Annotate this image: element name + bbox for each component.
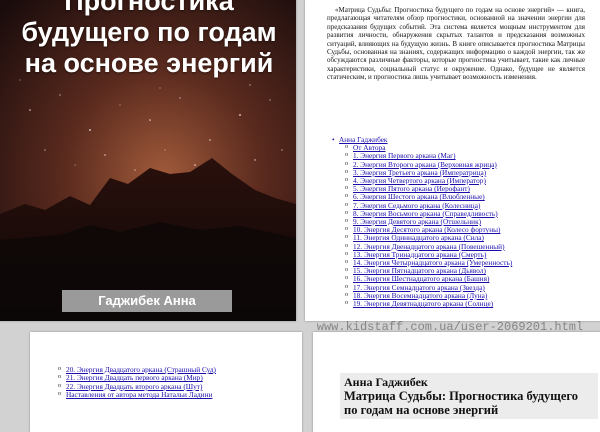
- heading-title: Матрица Судьбы: Прогностика будущего по …: [344, 389, 579, 417]
- contents-page: «Матрица Судьбы: Прогностика будущего по…: [305, 0, 600, 321]
- book-cover: Прогностика будущего по годам на основе …: [0, 0, 296, 321]
- table-of-contents: Анна Гаджибек От Автора1. Энергия Первог…: [332, 135, 594, 308]
- cover-title-line-2: будущего по годам: [21, 17, 277, 47]
- title-heading: Анна Гаджибек Матрица Судьбы: Прогностик…: [340, 373, 598, 419]
- title-page: Анна Гаджибек Матрица Судьбы: Прогностик…: [313, 332, 600, 432]
- cover-title-line-1: Прогностика: [64, 0, 234, 16]
- toc-item: 19. Энергия Девятнадцатого аркана (Солнц…: [339, 299, 594, 308]
- toc-item-link[interactable]: 19. Энергия Девятнадцатого аркана (Солнц…: [353, 299, 493, 308]
- watermark-url: www.kidstaff.com.ua/user-2069201.html: [316, 320, 584, 334]
- table-of-contents-continued: 20. Энергия Двадцатого аркана (Страшный …: [58, 365, 296, 400]
- toc-item-link[interactable]: Наставления от автора метода Натальи Лад…: [66, 390, 212, 399]
- contents-page-continued: 20. Энергия Двадцатого аркана (Страшный …: [30, 332, 302, 432]
- cover-title-line-3: на основе энергий: [24, 48, 274, 78]
- cover-author: Гаджибек Анна: [62, 290, 232, 312]
- toc-item: Наставления от автора метода Натальи Лад…: [58, 390, 296, 399]
- cover-title: Прогностика будущего по годам на основе …: [6, 0, 292, 79]
- book-annotation: «Матрица Судьбы: Прогностика будущего по…: [327, 6, 585, 82]
- heading-author: Анна Гаджибек: [344, 375, 428, 389]
